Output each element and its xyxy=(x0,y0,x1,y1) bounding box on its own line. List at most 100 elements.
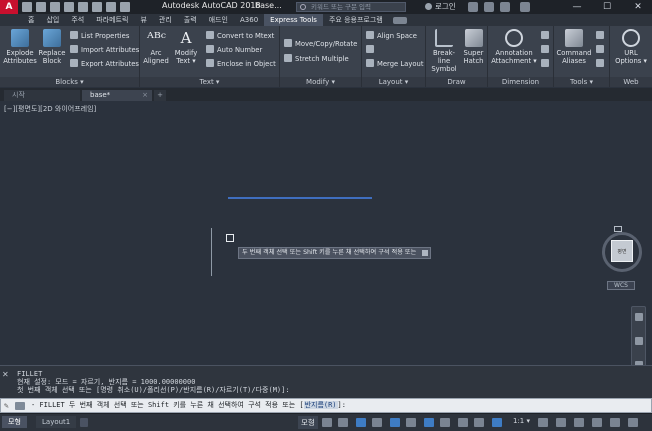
new-file-icon[interactable] xyxy=(22,2,32,12)
workspace-gear-icon[interactable] xyxy=(538,418,548,427)
snap-icon[interactable] xyxy=(338,418,348,427)
text-panel-title[interactable]: Text ▾ xyxy=(140,77,279,87)
tab-annotate[interactable]: 주석 xyxy=(65,14,90,26)
tab-layout1[interactable]: Layout1 xyxy=(36,416,77,428)
move-copy-rotate-button[interactable]: Move/Copy/Rotate xyxy=(284,39,357,49)
auto-number-button[interactable]: Auto Number xyxy=(206,45,262,55)
a360-icon[interactable] xyxy=(500,2,510,12)
dim-edit-button[interactable] xyxy=(541,59,552,69)
align-space-button[interactable]: Align Space xyxy=(366,31,417,41)
wcs-menu[interactable]: WCS xyxy=(607,281,635,290)
isolate-objects-icon[interactable] xyxy=(592,418,602,427)
units-icon[interactable] xyxy=(574,418,584,427)
redo-icon[interactable] xyxy=(106,2,116,12)
ribbon-toggle-icon[interactable] xyxy=(392,16,407,24)
open-file-icon[interactable] xyxy=(36,2,46,12)
tab-view[interactable]: 뷰 xyxy=(134,14,152,26)
close-tab-icon[interactable]: × xyxy=(142,90,148,101)
vertical-line[interactable] xyxy=(211,228,212,276)
modify-panel-title[interactable]: Modify ▾ xyxy=(280,77,361,87)
model-space-toggle[interactable]: 모형 xyxy=(298,416,318,429)
object-track-icon[interactable] xyxy=(406,418,416,427)
ortho-icon[interactable] xyxy=(356,418,366,427)
lineweight-icon[interactable] xyxy=(440,418,450,427)
command-aliases-button[interactable]: Command Aliases xyxy=(556,29,592,65)
url-options-button[interactable]: URL Options ▾ xyxy=(614,29,648,65)
tab-model[interactable]: 모형 xyxy=(2,416,27,428)
tab-featured-apps[interactable]: 주요 응용프로그램 xyxy=(323,14,389,26)
tab-insert[interactable]: 삽입 xyxy=(40,14,65,26)
annotation-monitor-icon[interactable] xyxy=(556,418,566,427)
arc-aligned-button[interactable]: ᴬᴮᶜ Arc Aligned xyxy=(142,29,170,65)
command-input[interactable]: ✎ - FILLET 두 번째 객체 선택 또는 Shift 키를 누른 채 선… xyxy=(0,398,652,413)
tab-express-tools[interactable]: Express Tools xyxy=(264,14,323,26)
osnap-icon[interactable] xyxy=(424,418,434,427)
grid-icon[interactable] xyxy=(322,418,332,427)
autocad-logo-icon[interactable]: A xyxy=(0,0,18,14)
isodraft-icon[interactable] xyxy=(390,418,400,427)
dim-reassoc-button[interactable] xyxy=(541,45,552,55)
list-properties-button[interactable]: List Properties xyxy=(70,31,129,41)
tab-start[interactable]: 시작 xyxy=(4,90,80,101)
search-input[interactable]: 키워드 또는 구문 입력 xyxy=(296,2,406,12)
new-tab-button[interactable]: + xyxy=(154,90,166,101)
layout-panel-title[interactable]: Layout ▾ xyxy=(362,77,425,87)
replace-block-button[interactable]: Replace Block xyxy=(38,29,66,65)
cart-icon[interactable] xyxy=(468,2,478,12)
tool-c-button[interactable] xyxy=(596,59,607,69)
blocks-panel-title[interactable]: Blocks ▾ xyxy=(0,77,139,87)
explode-attributes-button[interactable]: Explode Attributes xyxy=(3,29,37,65)
selection-cycling-icon[interactable] xyxy=(474,418,484,427)
drawing-canvas[interactable]: [−][평면도][2D 와이어프레임] 두 번째 객체 선택 또는 Shift … xyxy=(0,101,652,428)
close-button[interactable]: ✕ xyxy=(627,0,649,14)
steering-wheel-icon[interactable] xyxy=(635,313,643,321)
maximize-button[interactable]: ☐ xyxy=(596,0,618,14)
customization-menu-icon[interactable] xyxy=(628,418,638,427)
tab-manage[interactable]: 관리 xyxy=(153,14,178,26)
help-icon[interactable] xyxy=(520,2,530,12)
plot-icon[interactable] xyxy=(78,2,88,12)
transparency-icon[interactable] xyxy=(458,418,468,427)
stretch-multiple-button[interactable]: Stretch Multiple xyxy=(284,54,349,64)
viewport-controls[interactable]: [−][평면도][2D 와이어프레임] xyxy=(4,104,96,114)
tool-b-button[interactable] xyxy=(596,45,607,55)
tooltip-options-icon[interactable] xyxy=(422,250,429,256)
minimize-button[interactable]: — xyxy=(566,0,588,14)
layout-tool-button[interactable] xyxy=(366,45,377,55)
pan-icon[interactable] xyxy=(635,337,643,345)
command-line-close-icon[interactable]: ✕ xyxy=(2,370,9,379)
tab-parametric[interactable]: 파라메트릭 xyxy=(90,14,134,26)
import-attributes-button[interactable]: Import Attributes xyxy=(70,45,139,55)
viewcube[interactable]: 평면 xyxy=(611,240,633,262)
clean-screen-icon[interactable] xyxy=(610,418,620,427)
radius-option[interactable]: 반지름(R) xyxy=(303,401,338,409)
annotation-visibility-icon[interactable] xyxy=(492,418,502,427)
customize-icon[interactable]: ✎ xyxy=(4,402,11,410)
save-icon[interactable] xyxy=(50,2,60,12)
modify-text-button[interactable]: A Modify Text ▾ xyxy=(171,29,201,65)
tab-file-base[interactable]: base* × xyxy=(82,90,152,101)
tools-panel-title[interactable]: Tools ▾ xyxy=(554,77,609,87)
annotation-attachment-button[interactable]: Annotation Attachment ▾ xyxy=(491,29,537,65)
tab-a360[interactable]: A360 xyxy=(234,14,264,26)
convert-to-mtext-button[interactable]: Convert to Mtext xyxy=(206,31,274,41)
login-button[interactable]: 로그인 xyxy=(425,1,456,12)
annotation-scale[interactable]: 1:1 ▾ xyxy=(513,417,530,425)
tab-output[interactable]: 출력 xyxy=(178,14,203,26)
undo-icon[interactable] xyxy=(92,2,102,12)
dim-style-button[interactable] xyxy=(541,31,552,41)
exchange-icon[interactable] xyxy=(484,2,494,12)
export-attributes-button[interactable]: Export Attributes xyxy=(70,59,139,69)
merge-layout-button[interactable]: Merge Layout xyxy=(366,59,423,69)
tab-addins[interactable]: 애드인 xyxy=(203,14,234,26)
share-icon[interactable] xyxy=(120,2,130,12)
breakline-symbol-button[interactable]: Break-line Symbol xyxy=(428,29,460,73)
selected-line[interactable] xyxy=(228,197,372,199)
enclose-in-object-button[interactable]: Enclose in Object xyxy=(206,59,276,69)
tool-a-button[interactable] xyxy=(596,31,607,41)
save-as-icon[interactable] xyxy=(64,2,74,12)
add-layout-icon[interactable] xyxy=(80,418,88,427)
super-hatch-button[interactable]: Super Hatch xyxy=(461,29,486,65)
command-prompt-icon[interactable] xyxy=(15,402,25,410)
tab-home[interactable]: 홈 xyxy=(22,14,40,26)
